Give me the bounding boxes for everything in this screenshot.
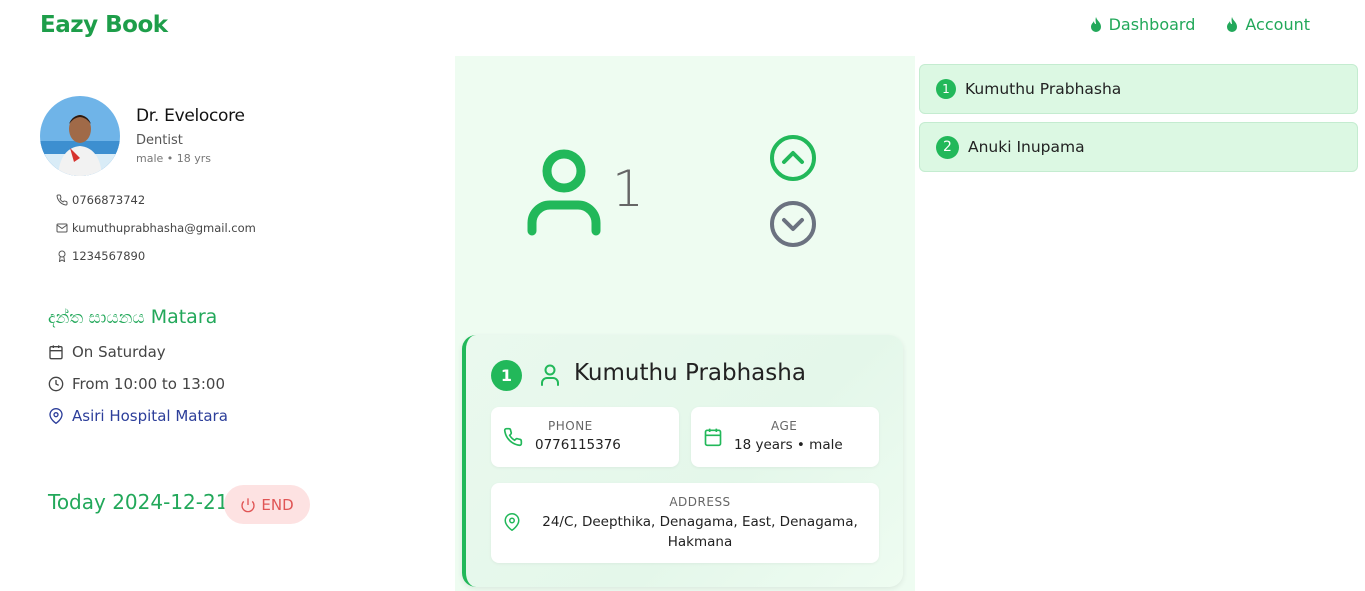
- user-icon: [541, 364, 559, 386]
- clinic-location: Asiri Hospital Matara: [72, 407, 228, 425]
- queue-number-badge: 2: [936, 135, 959, 159]
- mail-icon: [56, 223, 68, 233]
- queue-patient-name: Kumuthu Prabhasha: [965, 80, 1122, 98]
- phone-icon: [503, 427, 523, 447]
- clock-icon: [48, 376, 64, 392]
- doctor-meta: male • 18 yrs: [136, 152, 212, 165]
- nav-account-label: Account: [1245, 15, 1310, 34]
- current-queue-number: 1: [612, 160, 644, 218]
- clinic-time-row: From 10:00 to 13:00: [48, 375, 225, 393]
- flame-icon: [1090, 16, 1101, 32]
- patient-age: 18 years • male: [734, 437, 843, 453]
- calendar-icon: [49, 345, 63, 360]
- today-date: Today 2024-12-21: [48, 490, 229, 514]
- next-patient-button[interactable]: [769, 200, 817, 248]
- doctor-phone-row: 0766873742: [56, 193, 145, 207]
- patient-phone: 0776115376: [535, 437, 621, 453]
- brand-logo[interactable]: Eazy Book: [40, 12, 168, 38]
- end-session-button[interactable]: END: [224, 485, 310, 524]
- address-label: ADDRESS: [669, 495, 731, 509]
- patient-number-badge: 1: [491, 360, 522, 391]
- nav-account[interactable]: Account: [1225, 15, 1310, 34]
- doctor-email-row: kumuthuprabhasha@gmail.com: [56, 221, 256, 235]
- clinic-title-place: Matara: [150, 306, 218, 328]
- queue-number-badge: 1: [936, 79, 956, 99]
- patient-address: 24/C, Deepthika, Denagama, East, Denagam…: [542, 514, 858, 550]
- clinic-title-si: දන්ත සායනය: [48, 308, 145, 328]
- queue-patient-name: Anuki Inupama: [968, 138, 1085, 156]
- patient-name: Kumuthu Prabhasha: [574, 360, 806, 386]
- power-icon: [241, 497, 256, 512]
- queue-item[interactable]: 2 Anuki Inupama: [919, 122, 1358, 172]
- doctor-name: Dr. Evelocore: [136, 106, 245, 126]
- previous-patient-button[interactable]: [769, 134, 817, 182]
- clinic-day-row: On Saturday: [48, 343, 166, 361]
- doctor-phone: 0766873742: [72, 193, 146, 207]
- map-pin-icon: [49, 408, 63, 424]
- map-pin-icon: [504, 513, 520, 531]
- flame-icon: [1227, 16, 1238, 32]
- top-nav: Dashboard Account: [1089, 15, 1310, 34]
- doctor-specialty: Dentist: [136, 133, 183, 148]
- user-icon: [527, 149, 601, 236]
- patient-age-box: AGE 18 years • male: [691, 407, 879, 467]
- clinic-day: On Saturday: [72, 343, 166, 361]
- nav-dashboard-label: Dashboard: [1108, 15, 1196, 34]
- doctor-reg-row: 1234567890: [56, 249, 145, 263]
- calendar-icon: [704, 428, 722, 447]
- doctor-email: kumuthuprabhasha@gmail.com: [72, 221, 256, 235]
- patient-address-box: ADDRESS 24/C, Deepthika, Denagama, East,…: [491, 483, 879, 563]
- clinic-location-row[interactable]: Asiri Hospital Matara: [48, 407, 228, 425]
- age-label: AGE: [771, 419, 798, 433]
- clinic-title: දන්ත සායනය Matara: [48, 306, 217, 328]
- end-label: END: [261, 495, 294, 514]
- queue-item[interactable]: 1 Kumuthu Prabhasha: [919, 64, 1358, 114]
- phone-icon: [56, 194, 68, 206]
- clinic-time: From 10:00 to 13:00: [72, 375, 225, 393]
- phone-label: PHONE: [548, 419, 593, 433]
- patient-phone-box: PHONE 0776115376: [491, 407, 679, 467]
- award-icon: [58, 250, 66, 262]
- nav-dashboard[interactable]: Dashboard: [1089, 15, 1196, 34]
- doctor-avatar: [40, 96, 120, 176]
- doctor-reg-no: 1234567890: [72, 249, 146, 263]
